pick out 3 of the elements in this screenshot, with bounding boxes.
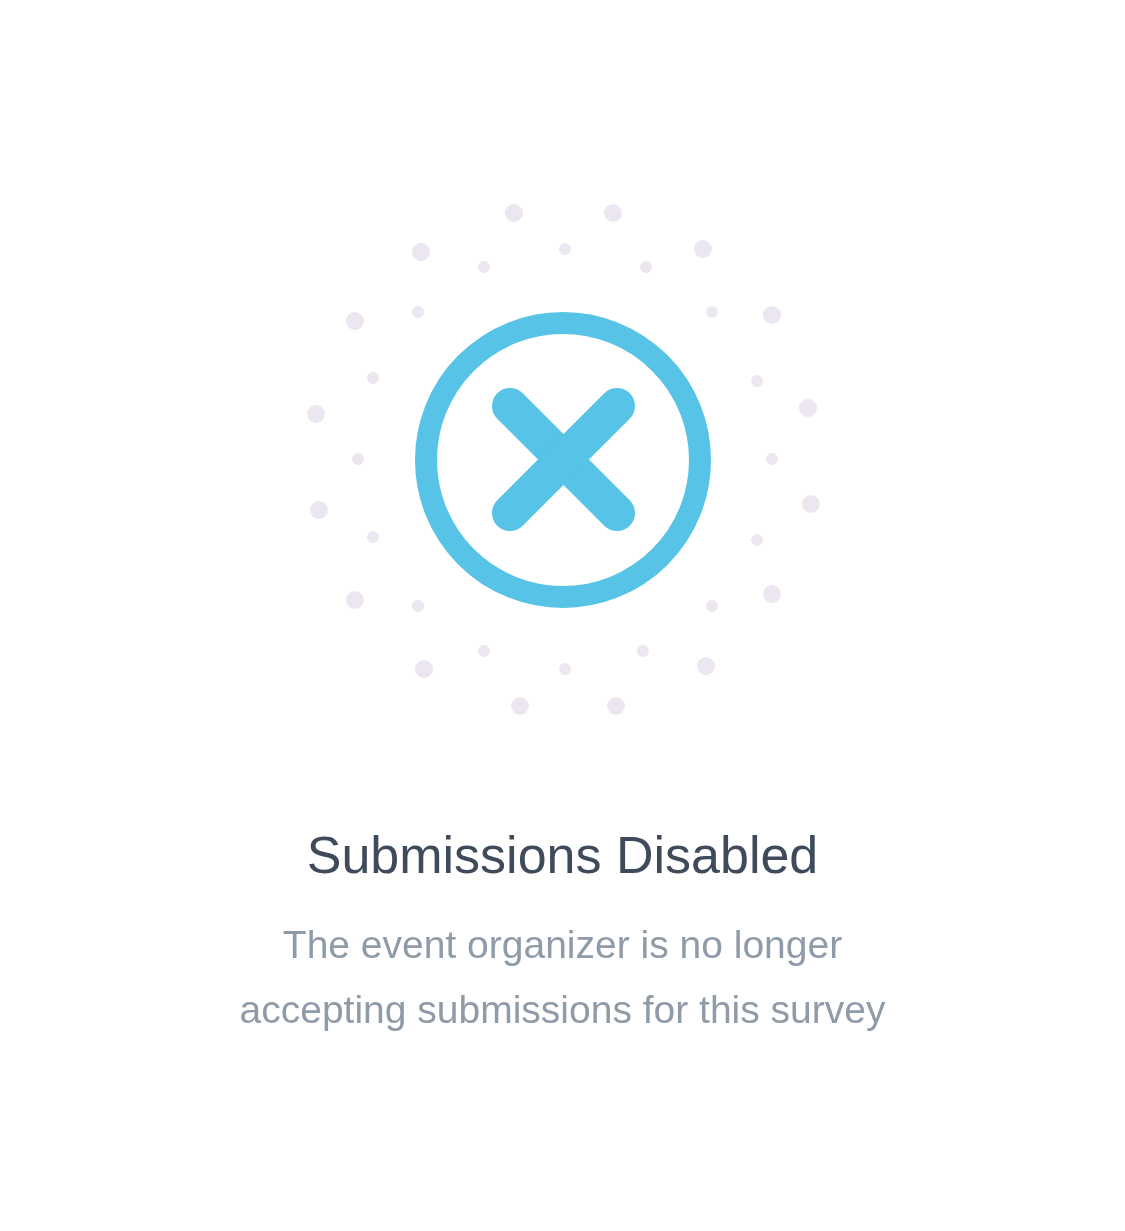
status-message: The event organizer is no longer accepting submissions for this survey — [239, 922, 886, 1033]
close-circle-icon — [414, 312, 711, 608]
status-title: Submissions Disabled — [306, 825, 819, 886]
